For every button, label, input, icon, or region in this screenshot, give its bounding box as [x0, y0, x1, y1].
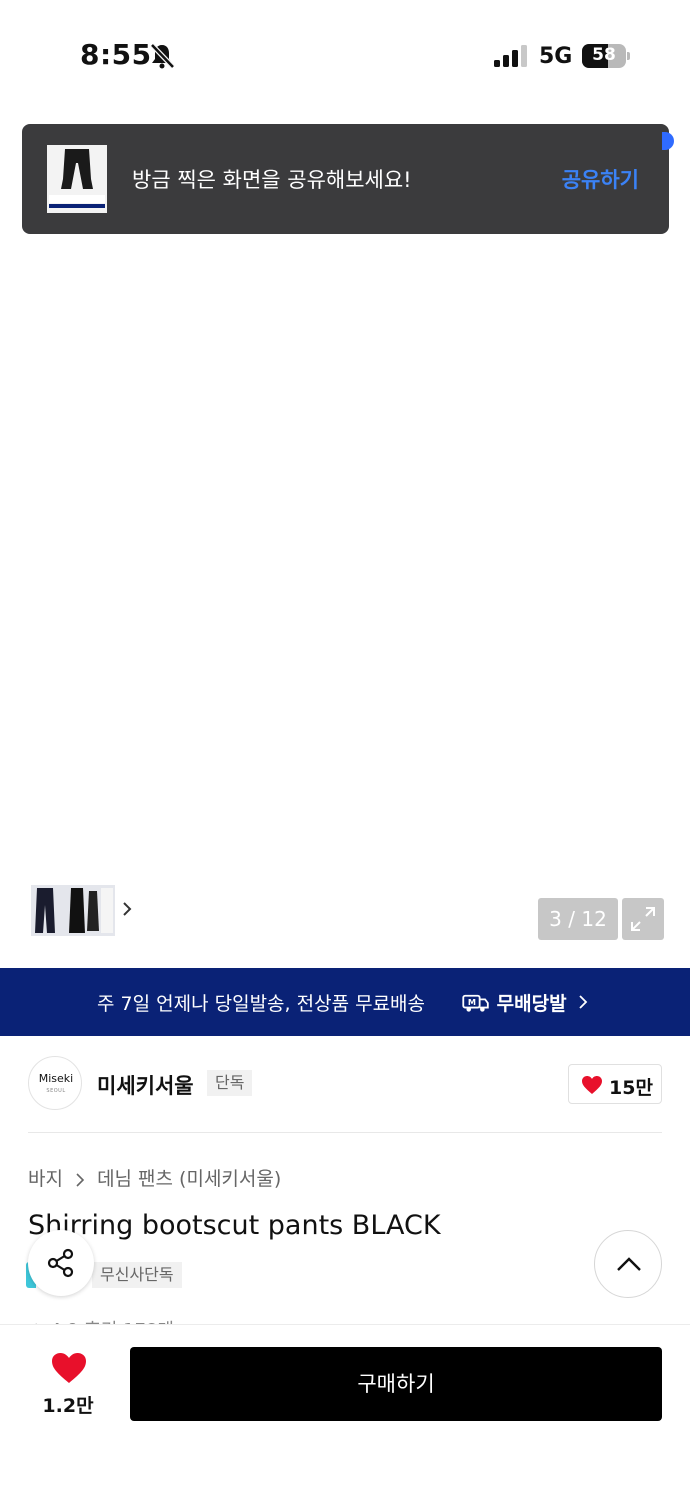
cellular-signal-icon [494, 45, 527, 67]
brand-name[interactable]: 미세키서울 [97, 1070, 194, 1100]
thumbnail-preview [31, 885, 115, 936]
promo-badge: M 무배당발 [462, 989, 567, 1016]
svg-text:M: M [468, 997, 476, 1007]
battery-percent: 58 [592, 45, 616, 65]
brand-like-button[interactable]: 15만 [568, 1064, 662, 1104]
brand-logo[interactable]: Miseki SEOUL [28, 1056, 82, 1110]
bell-muted-icon [150, 43, 175, 69]
musinsa-exclusive-tag: 무신사단독 [92, 1262, 182, 1288]
delivery-promo-banner[interactable]: 주 7일 언제나 당일발송, 전상품 무료배송 M 무배당발 [0, 968, 690, 1036]
fullscreen-button[interactable] [622, 898, 664, 940]
share-toast: 방금 찍은 화면을 공유해보세요! 공유하기 [22, 124, 669, 234]
chevron-up-icon [617, 1257, 641, 1271]
product-title: Shirring bootscut pants BLACK [28, 1210, 441, 1241]
buy-button[interactable]: 구매하기 [130, 1347, 662, 1421]
toast-message: 방금 찍은 화면을 공유해보세요! [132, 168, 412, 192]
wishlist-heart-icon[interactable] [50, 1351, 88, 1385]
share-icon [47, 1248, 74, 1278]
screenshot-thumbnail[interactable] [47, 145, 107, 213]
wishlist-count: 1.2만 [42, 1395, 94, 1417]
promo-text: 주 7일 언제나 당일발송, 전상품 무료배송 [97, 993, 426, 1015]
heart-icon [582, 1076, 602, 1094]
divider [28, 1132, 662, 1133]
bottom-action-bar: 1.2만 구매하기 [0, 1324, 690, 1500]
promo-badge-label: 무배당발 [496, 993, 567, 1015]
network-type: 5G [539, 44, 573, 69]
chevron-right-icon [123, 902, 132, 916]
expand-icon [631, 907, 655, 931]
brand-logo-subtext: SEOUL [46, 1088, 66, 1094]
scroll-to-top-button[interactable] [594, 1230, 662, 1298]
status-time: 8:55 [80, 38, 152, 71]
breadcrumb-item-category[interactable]: 바지 [28, 1164, 63, 1191]
truck-icon: M [462, 994, 489, 1012]
share-now-button[interactable]: 공유하기 [562, 164, 639, 194]
brand-like-count: 15만 [609, 1077, 653, 1099]
chevron-right-icon [579, 995, 588, 1009]
image-counter: 3 / 12 [538, 898, 618, 940]
share-button[interactable] [28, 1230, 94, 1296]
product-image-pants[interactable] [185, 255, 505, 855]
thumbnail-strip-button[interactable] [27, 881, 141, 940]
exclusive-badge: 단독 [207, 1070, 253, 1096]
status-bar: 8:55 5G 58 [0, 0, 690, 110]
breadcrumb-item-subcategory[interactable]: 데님 팬츠 (미세키서울) [97, 1164, 281, 1191]
brand-logo-text: Miseki [38, 1072, 74, 1085]
floating-indicator [662, 132, 674, 150]
battery-icon: 58 [582, 44, 630, 68]
chevron-right-icon [76, 1172, 85, 1187]
brand-row: Miseki SEOUL 미세키서울 단독 15만 [0, 1036, 690, 1133]
breadcrumb: 바지 데님 팬츠 (미세키서울) [28, 1164, 281, 1191]
